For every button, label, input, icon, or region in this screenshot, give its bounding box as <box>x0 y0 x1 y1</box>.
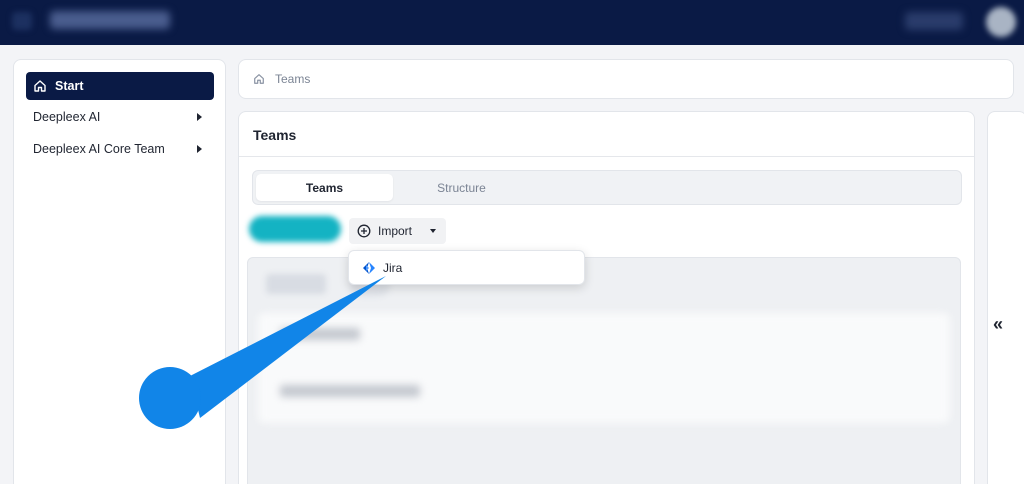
sidebar-item-deepleex-ai[interactable]: Deepleex AI <box>26 103 214 131</box>
app-title <box>50 11 170 29</box>
import-button-label: Import <box>378 224 413 238</box>
sidebar-item-deepleex-ai-core-team[interactable]: Deepleex AI Core Team <box>26 135 214 163</box>
sidebar-item-start[interactable]: Start <box>26 72 214 100</box>
tab-structure[interactable]: Structure <box>393 174 530 201</box>
collapse-panel-button[interactable]: « <box>993 314 1003 335</box>
jira-icon <box>362 261 376 275</box>
plus-circle-icon <box>357 224 371 238</box>
table-row[interactable] <box>280 328 360 340</box>
sidebar-item-label: Start <box>55 79 84 93</box>
home-icon[interactable] <box>253 73 265 85</box>
top-bar <box>0 0 1024 45</box>
filter-chip[interactable] <box>266 274 326 294</box>
sidebar-item-label: Deepleex AI <box>33 110 101 124</box>
teams-content <box>247 257 961 484</box>
tab-bar: Teams Structure <box>252 170 962 205</box>
divider <box>239 156 974 157</box>
import-button[interactable]: Import <box>349 218 446 244</box>
avatar[interactable] <box>986 7 1016 37</box>
sidebar: Start Deepleex AI Deepleex AI Core Team <box>13 59 226 484</box>
language-selector[interactable] <box>905 12 963 30</box>
create-team-button[interactable] <box>249 216 341 242</box>
teams-card: Teams Teams Structure Import <box>238 111 975 484</box>
caret-right-icon <box>197 113 202 121</box>
tab-teams[interactable]: Teams <box>256 174 393 201</box>
right-panel: « <box>987 111 1024 484</box>
caret-right-icon <box>197 145 202 153</box>
breadcrumb: Teams <box>238 59 1014 99</box>
breadcrumb-item-teams[interactable]: Teams <box>275 72 310 86</box>
home-icon <box>33 79 47 93</box>
caret-down-icon <box>430 229 436 233</box>
import-menu-item-jira[interactable]: Jira <box>348 250 585 285</box>
menu-item-label: Jira <box>383 260 403 275</box>
table-row[interactable] <box>280 385 420 397</box>
teams-table <box>258 313 950 423</box>
sidebar-item-label: Deepleex AI Core Team <box>33 142 165 156</box>
page-title: Teams <box>253 127 297 143</box>
menu-icon[interactable] <box>12 12 32 30</box>
